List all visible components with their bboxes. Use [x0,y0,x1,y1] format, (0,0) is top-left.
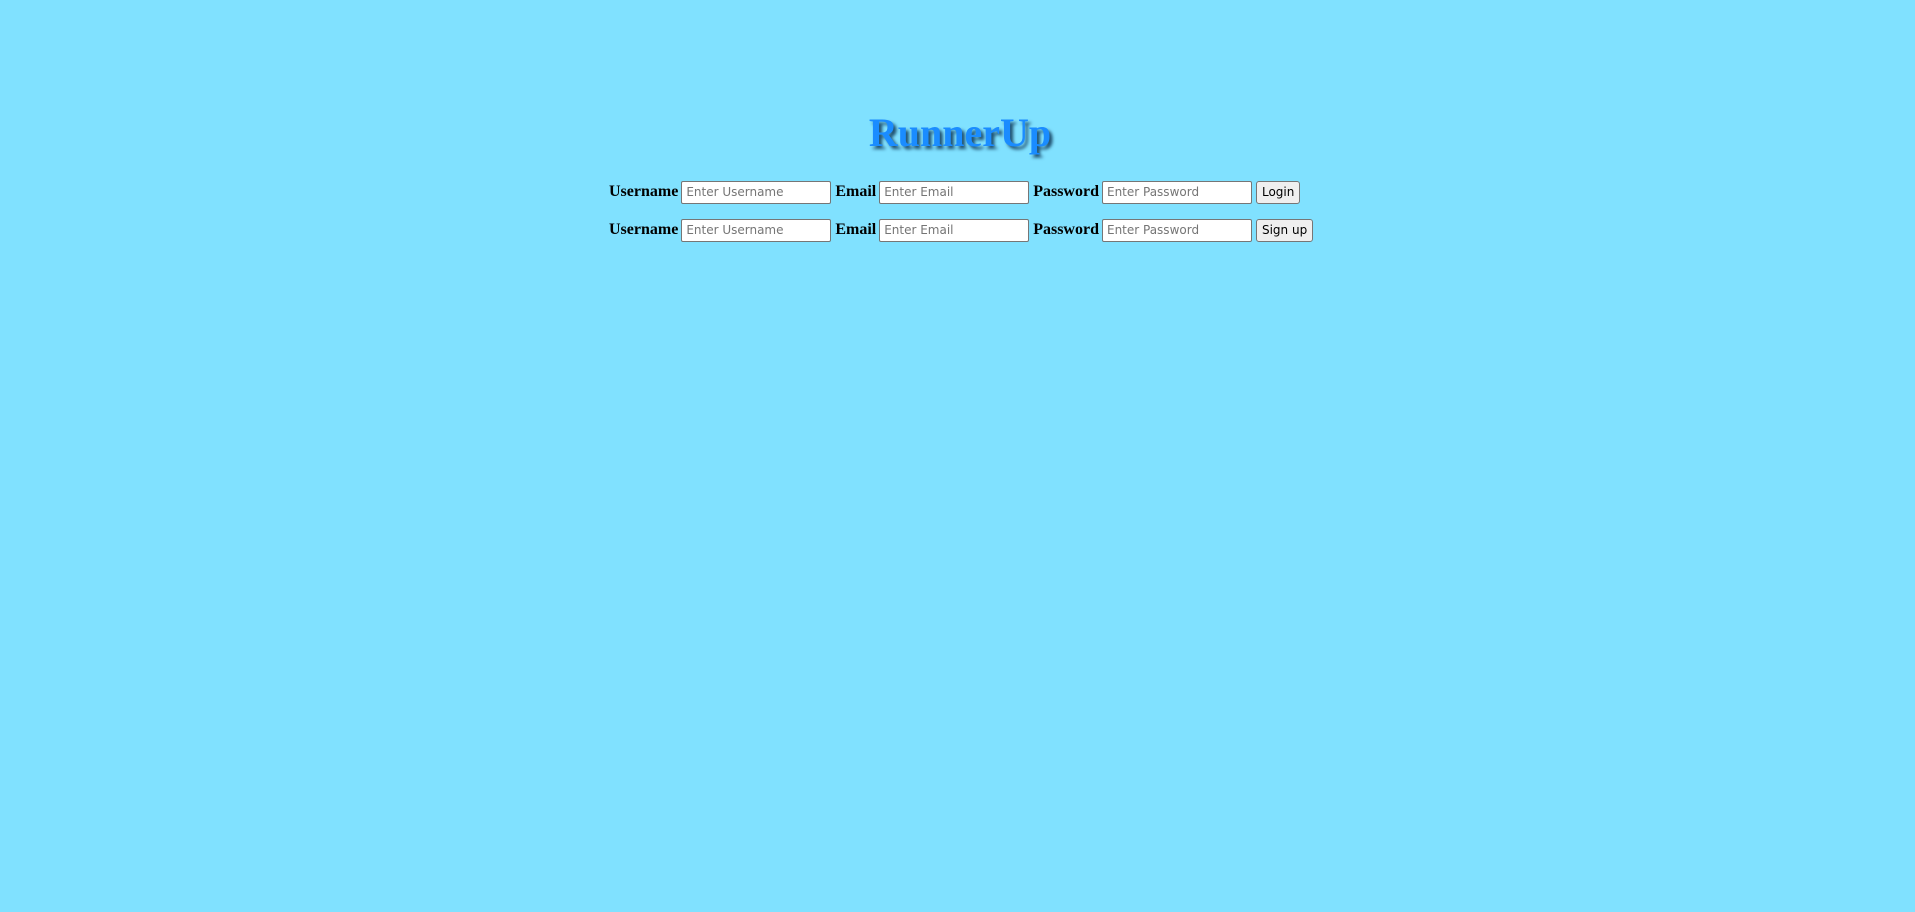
page: RunnerUp Username Email Password Login U… [0,0,1915,912]
login-password-label: Password [1033,183,1099,200]
login-username-label: Username [609,183,679,200]
signup-email-input[interactable] [879,218,1030,242]
login-username-input[interactable] [681,180,832,204]
app-title: RunnerUp [868,110,1052,155]
signup-button[interactable]: Sign up [1255,218,1314,242]
signup-username-input[interactable] [681,218,832,242]
signup-password-label: Password [1033,221,1099,238]
signup-email-label: Email [835,221,877,238]
login-button[interactable]: Login [1255,180,1301,204]
signup-form: Username Email Password Sign up [609,218,1314,242]
login-password-input[interactable] [1101,180,1252,204]
login-email-input[interactable] [879,180,1030,204]
signup-username-label: Username [609,221,679,238]
login-email-label: Email [835,183,877,200]
login-form: Username Email Password Login [609,180,1301,204]
signup-password-input[interactable] [1101,218,1252,242]
